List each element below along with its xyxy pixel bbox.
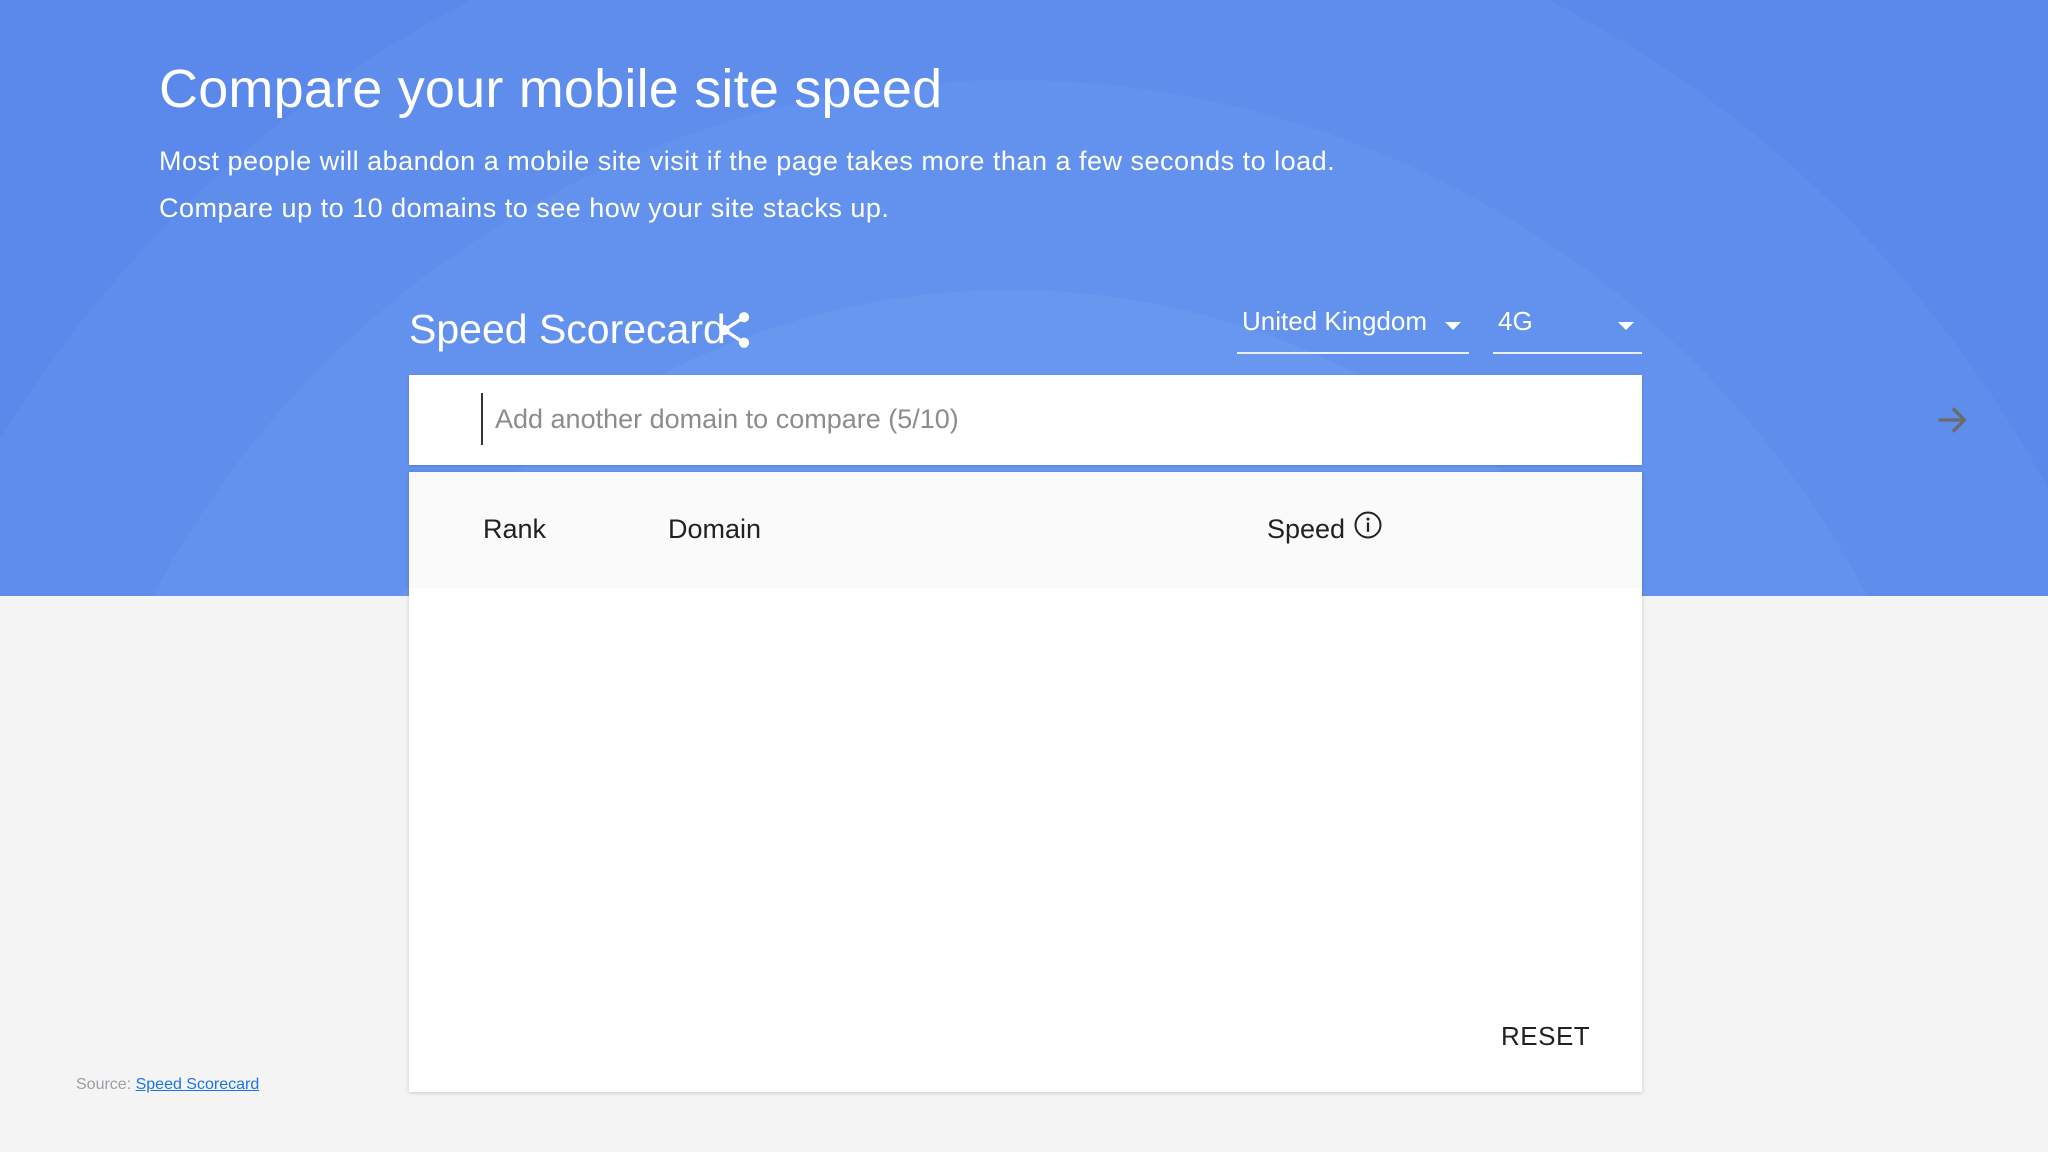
chevron-down-icon	[1445, 322, 1461, 330]
arrow-right-icon[interactable]	[1932, 400, 1972, 440]
source-credit: Source: Speed Scorecard	[76, 1076, 259, 1094]
scorecard-header: Speed Scorecard United Kingdom 4G	[409, 300, 1642, 370]
page-description: Most people will abandon a mobile site v…	[159, 146, 1336, 223]
chevron-down-icon	[1618, 322, 1634, 330]
source-prefix: Source:	[76, 1076, 132, 1093]
page-title: Compare your mobile site speed	[159, 59, 943, 119]
table-header: Rank Domain Speed	[409, 472, 1642, 588]
scorecard-title: Speed Scorecard	[409, 306, 726, 352]
column-header-rank: Rank	[483, 514, 547, 544]
domain-search-box	[409, 375, 1967, 465]
info-icon[interactable]	[1353, 510, 1383, 540]
results-table: Rank Domain Speed RESET	[409, 472, 1642, 1092]
reset-button[interactable]: RESET	[1489, 1012, 1602, 1060]
network-select[interactable]: 4G	[1493, 300, 1642, 354]
country-select[interactable]: United Kingdom	[1237, 300, 1469, 354]
column-header-speed: Speed	[1267, 514, 1346, 544]
country-select-value: United Kingdom	[1242, 306, 1427, 336]
share-icon[interactable]	[717, 310, 753, 350]
domain-input[interactable]	[481, 393, 1495, 445]
source-link[interactable]: Speed Scorecard	[136, 1076, 260, 1093]
network-select-value: 4G	[1498, 306, 1533, 336]
column-header-domain: Domain	[668, 514, 762, 544]
